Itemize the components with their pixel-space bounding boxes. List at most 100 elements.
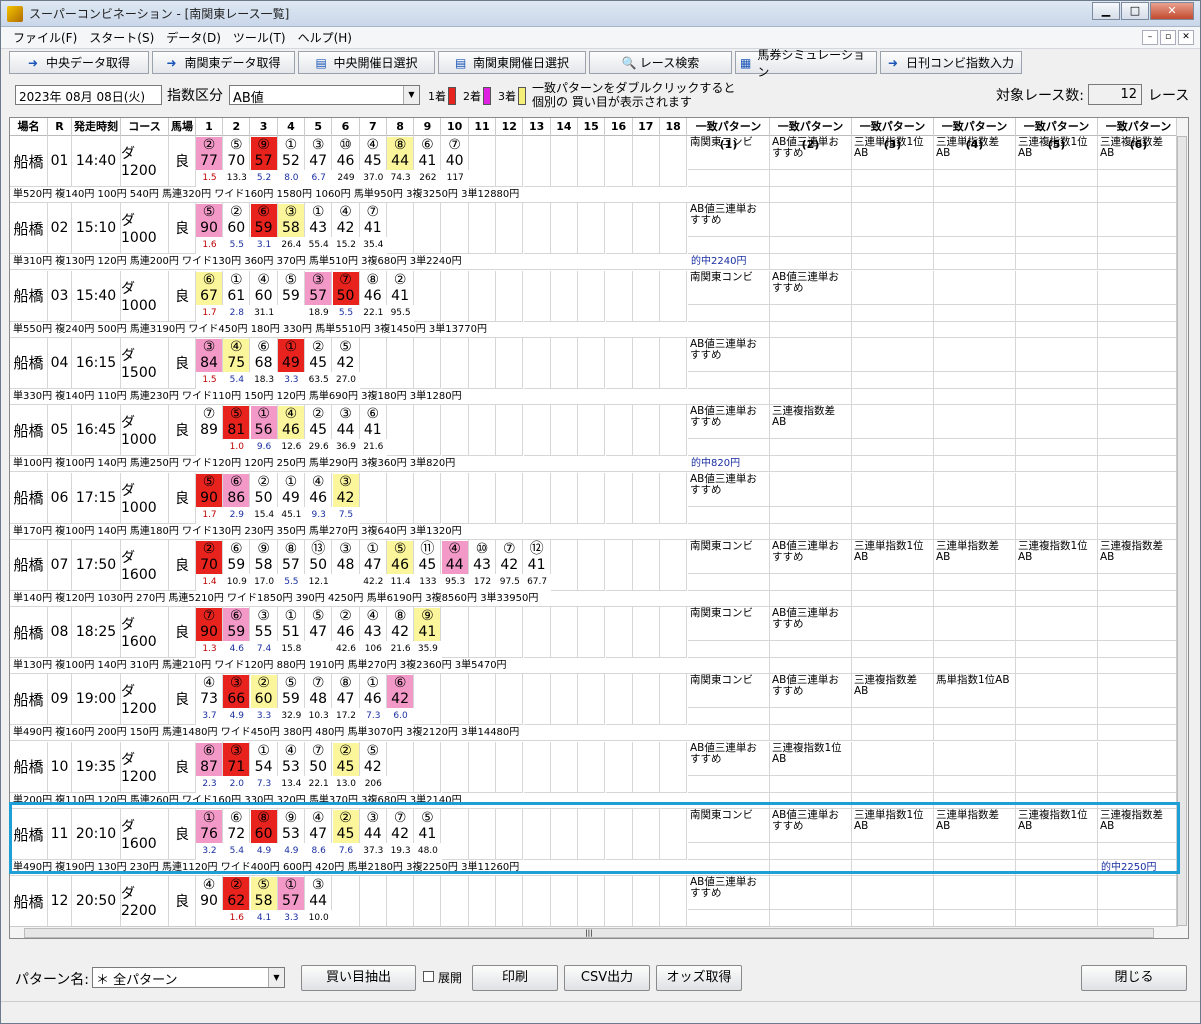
- pattern-cell[interactable]: 三連複指数差AB: [852, 674, 934, 709]
- pattern-cell[interactable]: [1016, 607, 1098, 642]
- pattern-select[interactable]: ＊ 全パターン ▼: [92, 967, 285, 988]
- index-select[interactable]: AB値 ▼: [229, 85, 420, 106]
- pattern-cell[interactable]: [1098, 674, 1180, 709]
- race-row[interactable]: 船橋 01 14:40 ダ1200 良 ② 77 1.5 ⑤ 70 13.3 ⑨ 57 5.2 ① 52 8.0…: [10, 136, 1180, 203]
- pattern-cell[interactable]: [852, 472, 934, 507]
- print-button[interactable]: 印刷: [472, 965, 558, 991]
- pattern-cell[interactable]: 三連単指数差AB: [934, 539, 1016, 574]
- chuo-data-button[interactable]: ➜ 中央データ取得: [9, 51, 149, 74]
- race-row[interactable]: 船橋 11 20:10 ダ1600 良 ① 76 3.2 ⑥ 72 5.4 ⑧ 60 4.9 ⑨ 53 4.9 ④…: [10, 809, 1180, 876]
- nankanto-data-button[interactable]: ➜ 南関東データ取得: [152, 51, 295, 74]
- chevron-down-icon[interactable]: ▼: [268, 968, 284, 987]
- pattern-cell[interactable]: [1098, 876, 1180, 911]
- menu-help[interactable]: ヘルプ(H): [292, 29, 358, 46]
- pattern-cell[interactable]: [1016, 337, 1098, 372]
- pattern-cell[interactable]: [1016, 270, 1098, 305]
- race-row[interactable]: 船橋 09 19:00 ダ1200 良 ④ 73 3.7 ③ 66 4.9 ② 60 3.3 ⑤ 59 32.9…: [10, 674, 1180, 742]
- pattern-cell[interactable]: [934, 472, 1016, 507]
- pattern-cell[interactable]: [934, 337, 1016, 372]
- pattern-cell[interactable]: [1016, 472, 1098, 507]
- pattern-cell[interactable]: [934, 405, 1016, 440]
- date-picker[interactable]: 2023年 08月 08日(火): [15, 85, 162, 105]
- race-grid[interactable]: 場名 R 発走時刻 コース 馬場 1 2 3 4 5 6 7 8 9 10 11 12 13 14 15 16 17 18 一…: [9, 117, 1189, 939]
- pattern-cell[interactable]: 馬単指数1位AB: [934, 674, 1016, 709]
- race-row[interactable]: 船橋 03 15:40 ダ1000 良 ⑥ 67 1.7 ① 61 2.8 ④ 60 31.1 ⑤ 59 ③ 57…: [10, 270, 1180, 338]
- horizontal-scrollbar[interactable]: |||: [10, 926, 1178, 938]
- pattern-cell[interactable]: 三連複指数差AB: [770, 405, 852, 440]
- pattern-cell[interactable]: [852, 405, 934, 440]
- chuo-date-button[interactable]: ▤ 中央開催日選択: [298, 51, 435, 74]
- pattern-cell[interactable]: 三連単指数1位AB: [852, 539, 934, 574]
- pattern-cell[interactable]: 三連複指数1位AB: [1016, 539, 1098, 574]
- race-row[interactable]: 船橋 04 16:15 ダ1500 良 ③ 84 1.5 ④ 75 5.4 ⑥ 68 18.3 ① 49 3.3…: [10, 337, 1180, 405]
- pattern-cell[interactable]: [852, 741, 934, 776]
- pattern-cell[interactable]: [934, 203, 1016, 238]
- expand-checkbox[interactable]: [423, 971, 434, 982]
- pattern-cell[interactable]: [934, 876, 1016, 911]
- pattern-cell[interactable]: [852, 607, 934, 642]
- menu-start[interactable]: スタート(S): [83, 29, 160, 46]
- vertical-scroll-thumb[interactable]: [1177, 136, 1187, 926]
- odds-button[interactable]: オッズ取得: [656, 965, 742, 991]
- pattern-cell[interactable]: [1016, 741, 1098, 776]
- pattern-cell[interactable]: [1098, 405, 1180, 440]
- pattern-cell[interactable]: [852, 203, 934, 238]
- pattern-cell[interactable]: AB値三連単おすすめ: [770, 270, 852, 305]
- pattern-cell[interactable]: 三連複指数1位AB: [770, 741, 852, 776]
- pattern-cell[interactable]: [770, 472, 852, 507]
- pattern-cell[interactable]: [934, 270, 1016, 305]
- pattern-cell[interactable]: [1098, 472, 1180, 507]
- race-row[interactable]: 船橋 07 17:50 ダ1600 良 ② 70 1.4 ⑥ 59 10.9 ⑨ 58 17.0 ⑧ 57 5.…: [10, 539, 1180, 607]
- pattern-cell[interactable]: [770, 203, 852, 238]
- pattern-cell[interactable]: 三連複指数差AB: [1098, 539, 1180, 574]
- mdi-close-button[interactable]: ✕: [1178, 30, 1194, 45]
- pattern-cell[interactable]: [1098, 203, 1180, 238]
- pattern-cell[interactable]: [852, 270, 934, 305]
- pattern-cell[interactable]: [1016, 405, 1098, 440]
- pattern-cell[interactable]: 三連単指数1位AB: [852, 136, 934, 170]
- pattern-cell[interactable]: [1098, 337, 1180, 372]
- menu-file[interactable]: ファイル(F): [7, 29, 83, 46]
- pattern-cell[interactable]: AB値三連単おすすめ: [770, 809, 852, 843]
- chevron-down-icon[interactable]: ▼: [403, 86, 419, 104]
- pattern-cell[interactable]: [770, 876, 852, 911]
- horizontal-scroll-thumb[interactable]: |||: [24, 928, 1154, 938]
- pattern-cell[interactable]: 南関東コンビ: [688, 809, 770, 843]
- vertical-scrollbar[interactable]: [1176, 118, 1188, 938]
- pattern-cell[interactable]: [852, 337, 934, 372]
- pattern-cell[interactable]: 三連複指数1位AB: [1016, 809, 1098, 843]
- csv-button[interactable]: CSV出力: [564, 965, 650, 991]
- pattern-cell[interactable]: AB値三連単おすすめ: [688, 741, 770, 776]
- pattern-cell[interactable]: 三連複指数1位AB: [1016, 136, 1098, 170]
- pattern-cell[interactable]: 三連単指数差AB: [934, 136, 1016, 170]
- mdi-minimize-button[interactable]: –: [1142, 30, 1158, 45]
- pattern-cell[interactable]: [1098, 607, 1180, 642]
- pattern-cell[interactable]: AB値三連単おすすめ: [688, 203, 770, 238]
- pattern-cell[interactable]: AB値三連単おすすめ: [688, 876, 770, 911]
- nankanto-date-button[interactable]: ▤ 南関東開催日選択: [438, 51, 586, 74]
- race-row[interactable]: 船橋 05 16:45 ダ1000 良 ⑦ 89 ⑤ 81 1.0 ① 56 9.6 ④ 46 12.6 ② 45…: [10, 405, 1180, 473]
- pattern-cell[interactable]: 南関東コンビ: [688, 674, 770, 709]
- pattern-cell[interactable]: AB値三連単おすすめ: [688, 337, 770, 372]
- race-row[interactable]: 船橋 02 15:10 ダ1000 良 ⑤ 90 1.6 ② 60 5.5 ⑥ 59 3.1 ③ 58 26.4…: [10, 203, 1180, 271]
- pattern-cell[interactable]: 南関東コンビ: [688, 539, 770, 574]
- simulation-button[interactable]: ▦ 馬券シミュレーション: [735, 48, 877, 79]
- race-row[interactable]: 船橋 08 18:25 ダ1600 良 ⑦ 90 1.3 ⑥ 59 4.6 ③ 55 7.4 ① 51 15.8…: [10, 607, 1180, 675]
- race-search-button[interactable]: 🔍 レース検索: [589, 51, 732, 74]
- pattern-cell[interactable]: [1016, 203, 1098, 238]
- mdi-restore-button[interactable]: ▫: [1160, 30, 1176, 45]
- pattern-cell[interactable]: [1016, 674, 1098, 709]
- menu-tools[interactable]: ツール(T): [227, 29, 292, 46]
- pattern-cell[interactable]: [1098, 741, 1180, 776]
- pattern-cell[interactable]: 南関東コンビ: [688, 270, 770, 305]
- close-window-button[interactable]: ✕: [1150, 2, 1194, 20]
- minimize-button[interactable]: ▁: [1092, 2, 1120, 20]
- nikkan-index-button[interactable]: ➜ 日刊コンビ指数入力: [880, 51, 1022, 74]
- pattern-cell[interactable]: 南関東コンビ: [688, 136, 770, 170]
- pattern-cell[interactable]: 三連複指数差AB: [1098, 809, 1180, 843]
- pattern-cell[interactable]: 三連単指数差AB: [934, 809, 1016, 843]
- pattern-cell[interactable]: AB値三連単おすすめ: [770, 136, 852, 170]
- pattern-cell[interactable]: [852, 876, 934, 911]
- race-row[interactable]: 船橋 06 17:15 ダ1000 良 ⑤ 90 1.7 ⑥ 86 2.9 ② 50 15.4 ① 49 45.…: [10, 472, 1180, 540]
- menu-data[interactable]: データ(D): [160, 29, 227, 46]
